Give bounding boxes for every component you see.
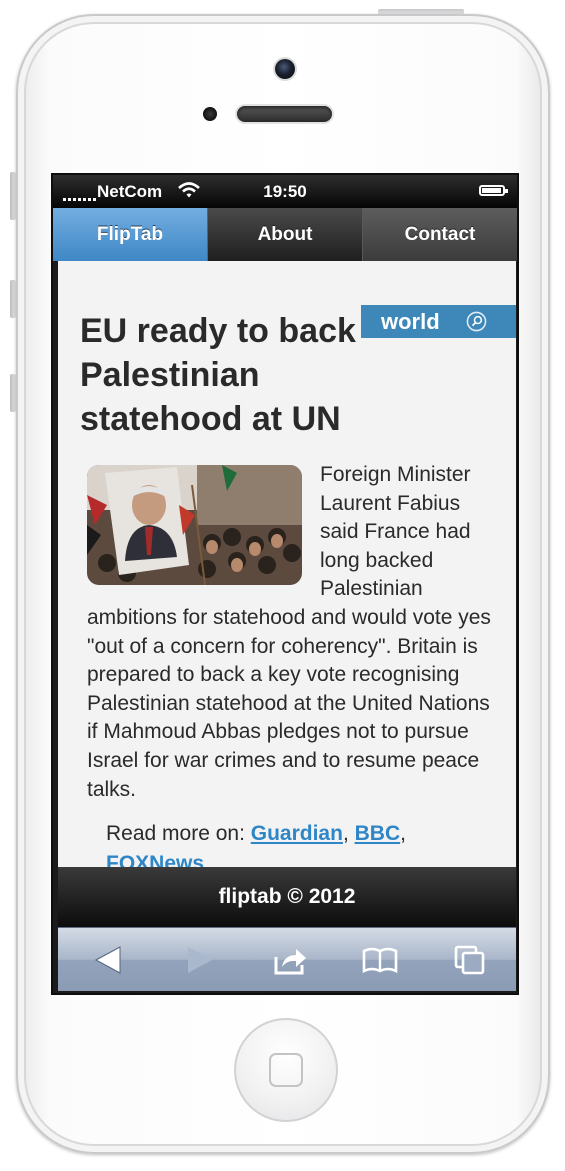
status-time: 19:50 [263,182,307,201]
bookmarks-icon[interactable] [362,943,398,977]
article-content: world EU ready to back Palestinian state… [58,261,516,867]
source-link-guardian[interactable]: Guardian [251,822,343,845]
earpiece-speaker [237,106,332,122]
search-icon[interactable] [466,311,487,332]
back-arrow-icon[interactable] [90,943,126,977]
tab-about[interactable]: About [208,208,363,261]
article-image[interactable] [87,465,302,585]
category-label: world [381,309,440,334]
article-body-paragraph: Foreign Minister Laurent Fabius said Fra… [87,461,492,804]
home-square-icon [269,1053,303,1087]
status-bar: NetCom 19:50 [53,175,517,208]
front-camera [275,59,295,79]
source-link-bbc[interactable]: BBC [355,822,401,845]
browser-toolbar [58,927,516,991]
site-footer: fliptab © 2012 [58,867,516,927]
proximity-sensor [203,107,217,121]
share-icon[interactable] [272,943,308,977]
home-button[interactable] [234,1018,338,1122]
tab-bar: FlipTab About Contact [53,208,517,261]
source-separator: , [400,822,406,845]
battery-icon [479,185,508,196]
read-more-label: Read more on: [106,822,251,845]
category-badge[interactable]: world [361,305,516,338]
source-separator: , [342,822,355,845]
source-link-foxnews[interactable]: FOXNews [106,852,204,867]
news-photo-icon [87,465,302,585]
forward-arrow-icon[interactable] [182,943,218,977]
tab-fliptab[interactable]: FlipTab [53,208,208,261]
pages-icon[interactable] [452,943,488,977]
read-more-line: Read more on: Guardian, BBC, FOXNews [106,819,486,867]
article-headline: EU ready to back Palestinian statehood a… [80,312,356,438]
phone-screen: NetCom 19:50 FlipTab About Contact world… [51,173,519,995]
tab-contact[interactable]: Contact [363,208,517,261]
